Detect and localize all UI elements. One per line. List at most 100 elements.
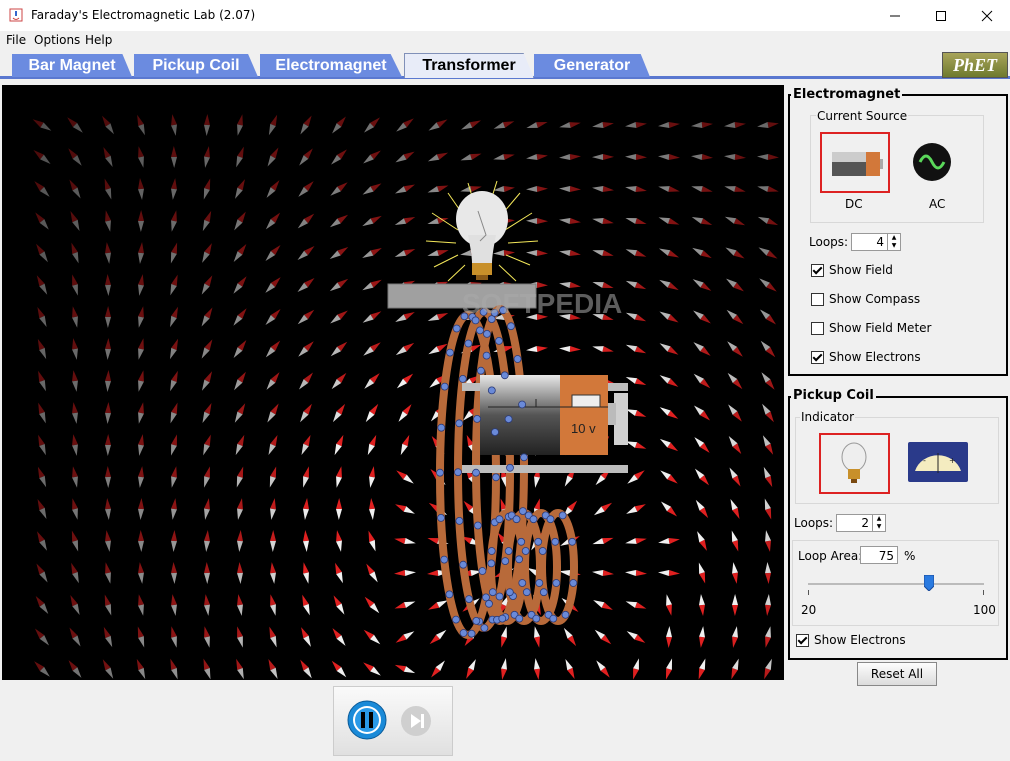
- pause-button[interactable]: [347, 700, 387, 743]
- dc-source-button[interactable]: [820, 132, 890, 193]
- voltmeter-indicator-button[interactable]: - +: [907, 441, 969, 486]
- pc-loops-label: Loops:: [794, 516, 834, 530]
- electron: [473, 414, 482, 423]
- lightbulb-indicator-button[interactable]: [819, 433, 890, 494]
- em-loops-spinner[interactable]: 4 ▲ ▼: [851, 233, 901, 251]
- tab-pickup-coil[interactable]: Pickup Coil: [134, 54, 258, 77]
- battery-holder-bottom: [462, 465, 628, 473]
- loop-area-input[interactable]: 75: [860, 546, 898, 564]
- em-show-electrons-checkbox[interactable]: Show Electrons: [811, 350, 921, 364]
- electron: [452, 615, 460, 624]
- electron: [539, 588, 548, 597]
- lightbulb-icon: [841, 442, 867, 483]
- electron: [487, 547, 496, 555]
- maximize-button[interactable]: [918, 0, 964, 31]
- electron: [515, 614, 524, 623]
- electron: [437, 513, 445, 522]
- electron: [459, 629, 468, 637]
- electron: [520, 453, 528, 462]
- electron: [495, 336, 503, 345]
- electron: [532, 614, 541, 623]
- ac-source-button[interactable]: [910, 140, 954, 187]
- loop-area-slider-track[interactable]: [808, 583, 984, 585]
- menu-bar: [0, 31, 1010, 51]
- electron: [454, 468, 462, 477]
- spinner-down-icon[interactable]: ▼: [873, 523, 885, 531]
- pickup-coil-panel-title: Pickup Coil: [791, 388, 876, 403]
- svg-text:+: +: [949, 456, 956, 465]
- electron: [452, 324, 461, 333]
- spinner-down-icon[interactable]: ▼: [888, 242, 900, 250]
- electron: [487, 559, 496, 568]
- voltmeter-icon: - +: [908, 442, 968, 482]
- electron: [472, 617, 481, 625]
- electron: [440, 555, 449, 564]
- electron: [504, 415, 513, 424]
- show-compass-checkbox[interactable]: Show Compass: [811, 292, 920, 306]
- menu-file[interactable]: File: [6, 33, 26, 47]
- electron: [465, 595, 473, 603]
- electron: [487, 386, 496, 395]
- simulation-canvas[interactable]: 10 v SOFTPEDIA: [2, 85, 784, 680]
- spinner-up-icon[interactable]: ▲: [873, 515, 885, 523]
- electron: [529, 515, 538, 524]
- loop-area-label: Loop Area:: [798, 549, 863, 563]
- em-show-electrons-check[interactable]: [811, 350, 824, 364]
- spinner-up-icon[interactable]: ▲: [888, 234, 900, 242]
- em-loops-value: 4: [876, 235, 884, 249]
- electromagnet-panel-title: Electromagnet: [791, 87, 903, 102]
- electron: [538, 547, 547, 555]
- electron: [458, 374, 467, 383]
- show-field-checkbox[interactable]: Show Field: [811, 263, 893, 277]
- ac-label: AC: [929, 197, 946, 211]
- electron: [518, 579, 527, 587]
- show-compass-check[interactable]: [811, 292, 824, 306]
- pc-show-electrons-checkbox[interactable]: Show Electrons: [796, 633, 906, 647]
- tab-generator[interactable]: Generator: [534, 54, 650, 77]
- electron: [500, 371, 509, 380]
- window-title: Faraday's Electromagnetic Lab (2.07): [31, 8, 256, 22]
- electron: [473, 521, 482, 530]
- show-field-meter-check[interactable]: [811, 321, 824, 335]
- reset-all-button[interactable]: Reset All: [857, 662, 937, 686]
- pc-show-electrons-check[interactable]: [796, 633, 809, 647]
- electron: [455, 419, 464, 428]
- show-field-check[interactable]: [811, 263, 824, 277]
- menu-help[interactable]: Help: [85, 33, 112, 47]
- electron: [521, 547, 530, 555]
- softpedia-watermark: SOFTPEDIA: [462, 288, 622, 319]
- slider-min-label: 20: [801, 603, 817, 617]
- electron: [546, 515, 555, 524]
- electron: [495, 515, 504, 524]
- electron: [551, 537, 560, 546]
- electron: [507, 322, 515, 331]
- dc-label: DC: [845, 197, 863, 211]
- close-icon: [981, 10, 993, 21]
- indicator-label: Indicator: [800, 410, 856, 424]
- slider-tick-max: [983, 590, 984, 595]
- electron: [483, 329, 491, 338]
- electron: [437, 423, 446, 432]
- pc-loops-value: 2: [861, 516, 869, 530]
- electron: [552, 579, 561, 587]
- show-field-meter-checkbox[interactable]: Show Field Meter: [811, 321, 931, 335]
- loop-area-slider-thumb[interactable]: [923, 574, 935, 592]
- tab-transformer[interactable]: Transformer: [404, 53, 534, 78]
- tab-electromagnet[interactable]: Electromagnet: [260, 54, 402, 77]
- transformer-scene: 10 v SOFTPEDIA: [387, 180, 628, 639]
- electron: [495, 592, 504, 601]
- pc-loops-spinner[interactable]: 2 ▲ ▼: [836, 514, 886, 532]
- show-compass-label: Show Compass: [829, 292, 921, 306]
- battery-terminal-plate: [614, 393, 628, 445]
- show-field-label: Show Field: [829, 263, 893, 277]
- em-show-electrons-label: Show Electrons: [829, 350, 921, 364]
- close-button[interactable]: [964, 0, 1010, 31]
- step-button[interactable]: [400, 705, 432, 740]
- battery-icon: [832, 152, 883, 176]
- menu-options[interactable]: Options: [34, 33, 80, 47]
- electron: [522, 588, 531, 597]
- minimize-icon: [890, 15, 900, 16]
- phet-logo[interactable]: PhET: [942, 52, 1008, 78]
- minimize-button[interactable]: [872, 0, 918, 31]
- tab-bar-magnet[interactable]: Bar Magnet: [12, 54, 132, 77]
